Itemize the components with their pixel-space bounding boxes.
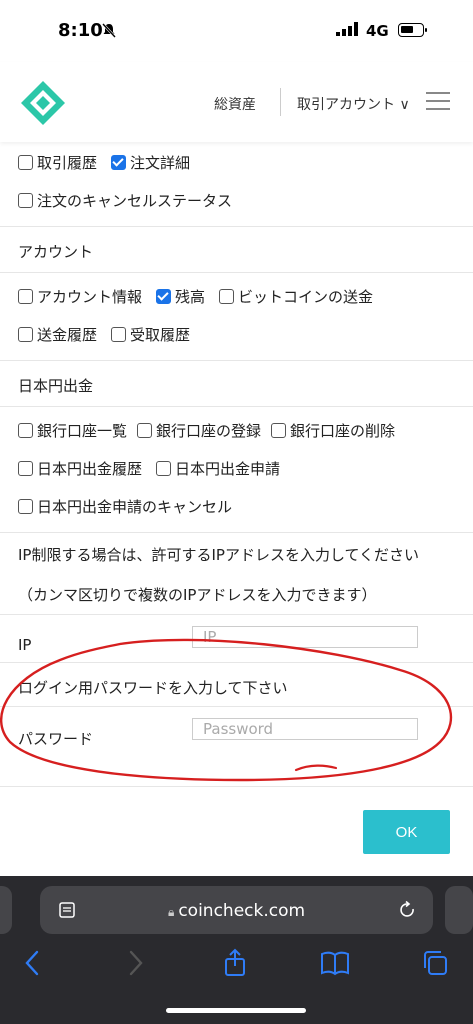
checkbox-box[interactable]	[18, 193, 33, 208]
checkbox-box[interactable]	[18, 327, 33, 342]
checkbox-box[interactable]	[219, 289, 235, 304]
forward-icon[interactable]	[120, 948, 150, 978]
url-domain: coincheck.com	[178, 901, 306, 921]
checkbox-bank-delete[interactable]: 銀行口座の削除	[271, 420, 395, 441]
permission-row-jpy: 日本円出金履歴 日本円出金申請	[18, 458, 294, 479]
checkbox-order-cancel-status[interactable]: 注文のキャンセルステータス	[18, 190, 232, 211]
checkbox-balance[interactable]: 残高	[156, 286, 205, 307]
back-icon[interactable]	[18, 948, 48, 978]
checkbox-box-checked[interactable]	[111, 155, 127, 170]
divider	[0, 360, 473, 361]
checkbox-box[interactable]	[156, 461, 172, 476]
permission-row-jpy-cancel: 日本円出金申請のキャンセル	[18, 496, 246, 517]
battery-icon	[398, 23, 427, 37]
checkbox-send-history[interactable]: 送金履歴	[18, 324, 97, 345]
checkbox-label: 取引履歴	[37, 154, 98, 172]
menu-icon[interactable]	[426, 92, 450, 112]
permission-row-cancel-status: 注文のキャンセルステータス	[18, 190, 246, 211]
red-annotation-circle	[0, 638, 453, 782]
permission-row-bank: 銀行口座一覧 銀行口座の登録 銀行口座の削除	[18, 420, 395, 441]
checkbox-box[interactable]	[18, 423, 33, 438]
checkbox-box-checked[interactable]	[156, 289, 172, 304]
checkbox-account-info[interactable]: アカウント情報	[18, 286, 142, 307]
checkbox-label: 日本円出金履歴	[37, 460, 143, 478]
checkbox-box[interactable]	[18, 461, 33, 476]
checkbox-label: 銀行口座一覧	[37, 422, 128, 440]
checkbox-bitcoin-send[interactable]: ビットコインの送金	[219, 286, 373, 307]
checkbox-box[interactable]	[137, 423, 153, 438]
checkbox-bank-list[interactable]: 銀行口座一覧	[18, 420, 127, 441]
total-assets-link[interactable]: 総資産	[214, 94, 256, 114]
signal-icon	[336, 22, 358, 36]
checkbox-jpy-history[interactable]: 日本円出金履歴	[18, 458, 142, 479]
checkbox-label: 注文詳細	[130, 154, 191, 172]
header-divider	[280, 88, 281, 116]
section-title-jpy-withdrawal: 日本円出金	[18, 377, 94, 395]
ip-instruction: IP制限する場合は、許可するIPアドレスを入力してください	[18, 546, 420, 564]
checkbox-box[interactable]	[18, 155, 33, 170]
coincheck-logo-icon[interactable]	[20, 80, 66, 126]
prev-tab-preview[interactable]	[0, 886, 12, 934]
checkbox-receive-history[interactable]: 受取履歴	[111, 324, 190, 345]
trading-account-dropdown[interactable]: 取引アカウント ∨	[297, 94, 410, 114]
checkbox-jpy-request-cancel[interactable]: 日本円出金申請のキャンセル	[18, 496, 232, 517]
ok-button[interactable]: OK	[363, 810, 450, 854]
checkbox-label: ビットコインの送金	[238, 288, 374, 306]
status-bar: 8:10 4G	[0, 0, 473, 62]
checkbox-label: 残高	[175, 288, 206, 306]
divider	[0, 614, 473, 615]
bookmarks-icon[interactable]	[320, 948, 350, 978]
divider	[0, 272, 473, 273]
silent-bell-icon	[102, 23, 116, 38]
status-time: 8:10	[58, 20, 103, 41]
section-title-account: アカウント	[18, 243, 94, 261]
ip-note: （カンマ区切りで複数のIPアドレスを入力できます）	[18, 586, 377, 604]
address-bar[interactable]: 🔒︎ coincheck.com	[40, 886, 433, 934]
divider	[0, 532, 473, 533]
permission-row-account: アカウント情報 残高 ビットコインの送金	[18, 286, 387, 307]
home-indicator	[166, 1008, 306, 1013]
site-header: 総資産 取引アカウント ∨	[0, 62, 473, 142]
network-type: 4G	[366, 22, 389, 40]
checkbox-box[interactable]	[271, 423, 287, 438]
checkbox-label: 受取履歴	[130, 326, 191, 344]
checkbox-box[interactable]	[111, 327, 127, 342]
checkbox-label: 送金履歴	[37, 326, 98, 344]
checkbox-label: 銀行口座の削除	[290, 422, 396, 440]
share-icon[interactable]	[220, 948, 250, 978]
checkbox-label: アカウント情報	[37, 288, 143, 306]
checkbox-label: 日本円出金申請のキャンセル	[37, 498, 233, 516]
checkbox-order-details[interactable]: 注文詳細	[111, 152, 190, 173]
reload-icon[interactable]	[398, 900, 418, 920]
tabs-icon[interactable]	[420, 948, 450, 978]
divider	[0, 226, 473, 227]
divider	[0, 406, 473, 407]
checkbox-trade-history[interactable]: 取引履歴	[18, 152, 97, 173]
url-text[interactable]: 🔒︎ coincheck.com	[40, 901, 433, 921]
checkbox-label: 銀行口座の登録	[156, 422, 262, 440]
checkbox-box[interactable]	[18, 499, 33, 514]
lock-icon: 🔒︎	[167, 905, 175, 919]
checkbox-jpy-request[interactable]: 日本円出金申請	[156, 458, 280, 479]
next-tab-preview[interactable]	[445, 886, 473, 934]
permission-row-transfers: 送金履歴 受取履歴	[18, 324, 204, 345]
checkbox-box[interactable]	[18, 289, 33, 304]
checkbox-label: 注文のキャンセルステータス	[37, 192, 233, 210]
checkbox-bank-register[interactable]: 銀行口座の登録	[137, 420, 261, 441]
permission-row-orders: 取引履歴 注文詳細	[18, 152, 204, 173]
checkbox-label: 日本円出金申請	[175, 460, 281, 478]
